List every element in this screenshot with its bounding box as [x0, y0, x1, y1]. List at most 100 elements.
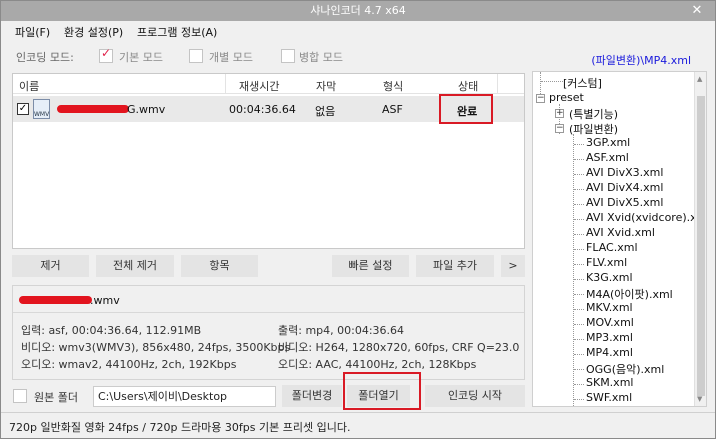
close-icon[interactable]: ✕ — [687, 1, 707, 21]
status-highlight-box — [439, 94, 493, 124]
tree-line — [574, 324, 584, 325]
add-file-button[interactable]: 파일 추가 — [416, 255, 494, 277]
checkmark-icon: ✓ — [101, 46, 112, 60]
preset-file-item[interactable]: 3GP.xml — [586, 136, 630, 149]
tree-item-file-convert[interactable]: (파일변환) — [569, 121, 618, 137]
individual-mode-checkbox[interactable] — [189, 49, 203, 63]
preset-file-item[interactable]: MOV.xml — [586, 316, 634, 329]
menu-bar: 파일(F) 환경 설정(P) 프로그램 정보(A) — [1, 21, 715, 41]
basic-mode-label: 기본 모드 — [119, 51, 163, 64]
expand-icon[interactable]: + — [555, 109, 564, 118]
collapse-icon[interactable]: − — [536, 94, 545, 103]
tree-line — [574, 189, 584, 190]
more-button[interactable]: > — [501, 255, 525, 277]
redaction-mark — [57, 105, 129, 113]
column-divider — [497, 74, 498, 94]
table-row[interactable]: ✓ WMV G.wmv 00:04:36.64 없음 ASF 완료 — [13, 94, 524, 124]
tree-line — [574, 384, 584, 385]
tree-scrollbar[interactable]: ▲ ▼ — [694, 72, 706, 406]
preset-file-item[interactable]: FLAC.xml — [586, 241, 638, 254]
input-summary: 입력: asf, 00:04:36.64, 112.91MB — [21, 324, 202, 337]
tree-line — [574, 249, 584, 250]
status-text: 720p 일반화질 영화 24fps / 720p 드라마용 30fps 기본 … — [9, 421, 351, 434]
tree-item-special[interactable]: (특별기능) — [569, 106, 618, 122]
preset-file-item[interactable]: M4A(아이팟).xml — [586, 286, 673, 302]
preset-file-item[interactable]: OGG(음악).xml — [586, 361, 664, 377]
tree-line — [541, 81, 563, 82]
output-audio: 오디오: AAC, 44100Hz, 2ch, 128Kbps — [278, 358, 477, 371]
tree-item-preset[interactable]: preset — [549, 91, 584, 104]
tree-item-custom[interactable]: [커스텀] — [563, 75, 602, 91]
preset-tree[interactable]: [커스텀] − preset + (특별기능) − (파일변환) 3GP.xml… — [532, 71, 707, 407]
basic-mode-checkbox[interactable]: ✓ — [99, 46, 113, 63]
preset-file-item[interactable]: MKV.xml — [586, 301, 633, 314]
preset-file-item[interactable]: AVI Xvid(xvidcore).xml — [586, 211, 706, 224]
preset-file-item[interactable]: SWF.xml — [586, 391, 632, 404]
column-name[interactable]: 이름 — [19, 78, 39, 94]
tree-line — [574, 144, 584, 145]
info-divider — [13, 312, 524, 313]
input-video: 비디오: wmv3(WMV3), 856x480, 24fps, 3500Kbp… — [21, 341, 291, 354]
menu-about[interactable]: 프로그램 정보(A) — [137, 24, 217, 40]
output-video: 비디오: H264, 1280x720, 60fps, CRF Q=23.0 — [278, 341, 520, 354]
start-encoding-button[interactable]: 인코딩 시작 — [425, 385, 525, 407]
redaction-mark — [19, 296, 92, 304]
remove-all-button[interactable]: 전체 제거 — [96, 255, 174, 277]
preset-file-item[interactable]: MP4.xml — [586, 346, 633, 359]
item-button[interactable]: 항목 — [181, 255, 258, 277]
preset-file-item[interactable]: AVI DivX3.xml — [586, 166, 663, 179]
quick-settings-button[interactable]: 빠른 설정 — [332, 255, 409, 277]
file-list[interactable]: 이름 재생시간 자막 형식 상태 ✓ WMV G.wmv 00:04:36.64… — [12, 73, 525, 249]
output-bar: 원본 폴더 C:\Users\제이비\Desktop 폴더변경 폴더열기 인코딩… — [1, 372, 529, 410]
change-folder-button[interactable]: 폴더변경 — [282, 385, 342, 407]
tree-line — [574, 159, 584, 160]
preset-file-item[interactable]: K3G.xml — [586, 271, 633, 284]
source-folder-checkbox[interactable] — [13, 389, 27, 403]
file-list-header: 이름 재생시간 자막 형식 상태 — [13, 74, 524, 94]
column-status[interactable]: 상태 — [458, 78, 478, 94]
tree-line — [574, 204, 584, 205]
preset-file-item[interactable]: AVI DivX4.xml — [586, 181, 663, 194]
tree-line — [574, 294, 584, 295]
file-info-panel: .wmv 입력: asf, 00:04:36.64, 112.91MB 비디오:… — [12, 285, 525, 380]
tree-line — [574, 339, 584, 340]
scroll-down-icon[interactable]: ▼ — [697, 395, 702, 403]
status-bar: 720p 일반화질 영화 24fps / 720p 드라마용 30fps 기본 … — [1, 412, 715, 438]
preset-file-item[interactable]: AVI DivX5.xml — [586, 196, 663, 209]
merge-mode-checkbox[interactable] — [281, 49, 295, 63]
row-checkbox[interactable]: ✓ — [17, 103, 29, 115]
column-duration[interactable]: 재생시간 — [239, 78, 279, 94]
output-summary: 출력: mp4, 00:04:36.64 — [278, 324, 405, 337]
column-format[interactable]: 형식 — [383, 78, 403, 94]
preset-file-item[interactable]: MP3.xml — [586, 331, 633, 344]
menu-file[interactable]: 파일(F) — [15, 24, 50, 40]
file-format: ASF — [382, 103, 403, 116]
preset-file-item[interactable]: ASF.xml — [586, 151, 629, 164]
tree-line — [574, 234, 584, 235]
page-margin — [716, 0, 720, 439]
preset-file-item[interactable]: AVI Xvid.xml — [586, 226, 655, 239]
selected-preset-link[interactable]: (파일변환)\MP4.xml — [591, 52, 691, 68]
tree-line — [574, 279, 584, 280]
scroll-thumb[interactable] — [697, 96, 705, 396]
open-folder-highlight-box — [343, 372, 421, 410]
window-title: 샤나인코더 4.7 x64 — [310, 4, 406, 17]
tree-line — [574, 174, 584, 175]
remove-button[interactable]: 제거 — [12, 255, 89, 277]
info-file-name: .wmv — [90, 294, 120, 307]
output-folder-field[interactable]: C:\Users\제이비\Desktop — [93, 386, 276, 407]
encoding-mode-label: 인코딩 모드: — [16, 51, 74, 64]
file-duration: 00:04:36.64 — [229, 103, 296, 116]
file-type-tag: WMV — [34, 111, 50, 118]
wmv-file-icon: WMV — [33, 99, 50, 119]
source-folder-label: 원본 폴더 — [34, 391, 78, 404]
column-subtitle[interactable]: 자막 — [316, 78, 336, 94]
preset-file-item[interactable]: SKM.xml — [586, 376, 633, 389]
menu-settings[interactable]: 환경 설정(P) — [64, 24, 123, 40]
scroll-up-icon[interactable]: ▲ — [697, 75, 702, 83]
collapse-icon[interactable]: − — [555, 124, 564, 133]
encoding-mode-bar: 인코딩 모드: ✓ 기본 모드 개별 모드 병합 모드 (파일변환)\MP4.x… — [1, 43, 715, 69]
preset-file-item[interactable]: FLV.xml — [586, 256, 627, 269]
column-divider — [225, 74, 226, 94]
input-audio: 오디오: wmav2, 44100Hz, 2ch, 192Kbps — [21, 358, 237, 371]
